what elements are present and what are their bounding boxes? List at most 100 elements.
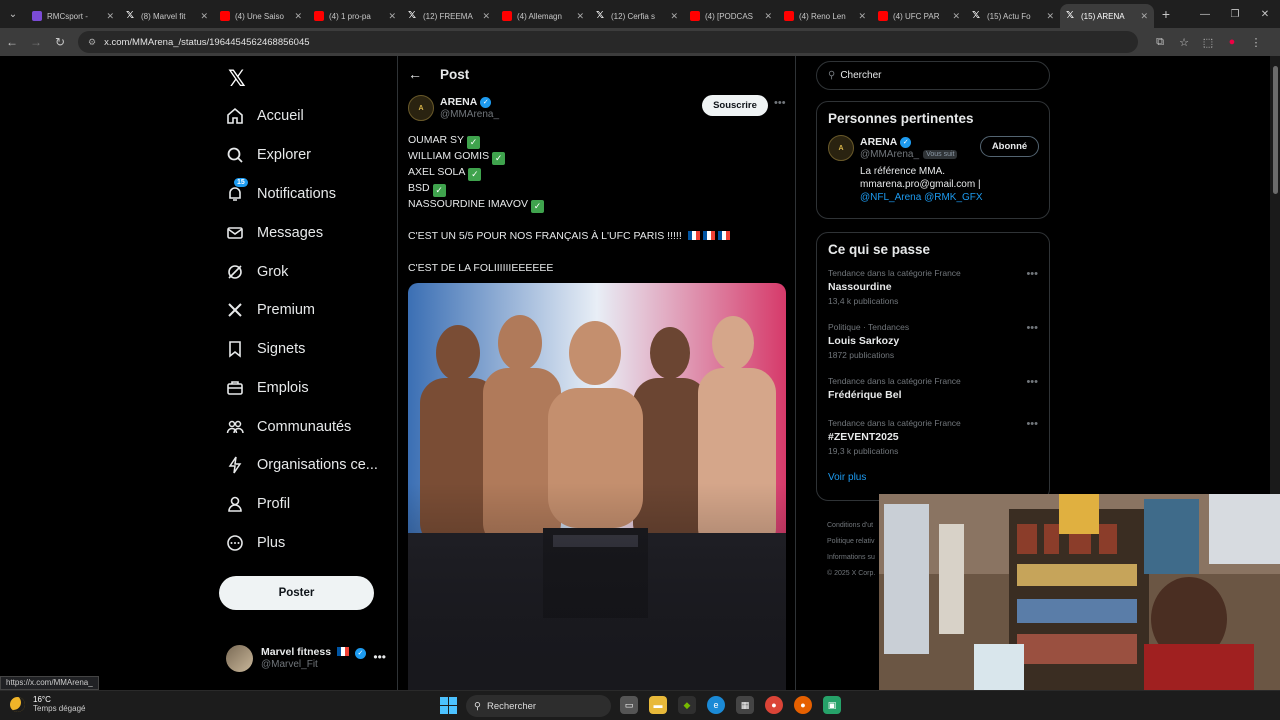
profile-icon[interactable]: ●	[1220, 36, 1244, 49]
edge-icon[interactable]: e	[707, 696, 725, 714]
scroll-thumb[interactable]	[1273, 66, 1278, 194]
reload-icon[interactable]: ↻	[48, 30, 72, 54]
close-tab-icon[interactable]: ✕	[1140, 11, 1148, 22]
close-tab-icon[interactable]: ✕	[952, 11, 960, 22]
sidebar-item-plus[interactable]: Plus	[226, 529, 285, 557]
close-tab-icon[interactable]: ✕	[388, 11, 396, 22]
nvidia-icon[interactable]: ◆	[678, 696, 696, 714]
sidebar-item-label: Explorer	[257, 147, 311, 163]
sidebar-item-label: Messages	[257, 225, 324, 241]
browser-tab[interactable]: (4) 1 pro-pa ✕	[308, 4, 402, 28]
sidebar-item-emplois[interactable]: Emplois	[226, 374, 309, 402]
subscribe-button[interactable]: Souscrire	[702, 95, 768, 116]
trend-more-icon[interactable]: •••	[1026, 322, 1038, 334]
sidebar-item-grok[interactable]: Grok	[226, 258, 288, 286]
browser-tab[interactable]: (4) [PODCAS ✕	[684, 4, 778, 28]
author-name[interactable]: ARENA ✓	[440, 96, 492, 108]
site-info-icon[interactable]: ⚙	[88, 37, 96, 48]
browser-tab[interactable]: 𝕏 (8) Marvel fit ✕	[120, 4, 214, 28]
footer-link[interactable]: © 2025 X Corp.	[827, 566, 875, 582]
trend-item[interactable]: Tendance dans la catégorie France #ZEVEN…	[828, 416, 1049, 470]
chrome-icon[interactable]: ●	[765, 696, 783, 714]
browser-tab[interactable]: 𝕏 (15) Actu Fo ✕	[966, 4, 1060, 28]
browser-tab[interactable]: (4) Une Saiso ✕	[214, 4, 308, 28]
post-button[interactable]: Poster	[219, 576, 374, 610]
weather-widget[interactable]: 16°C Temps dégagé	[10, 695, 85, 713]
back-icon[interactable]: ←	[0, 30, 24, 54]
close-tab-icon[interactable]: ✕	[200, 11, 208, 22]
close-tab-icon[interactable]: ✕	[106, 11, 114, 22]
trend-item[interactable]: Politique · Tendances Louis Sarkozy 1872…	[828, 320, 1049, 374]
search-input[interactable]: ⚲ Chercher	[816, 61, 1050, 90]
trend-more-icon[interactable]: •••	[1026, 268, 1038, 280]
close-tab-icon[interactable]: ✕	[670, 11, 678, 22]
browser-tab[interactable]: 𝕏 (12) Cerfia s ✕	[590, 4, 684, 28]
person-handle[interactable]: @MMArena_ Vous suit	[860, 149, 958, 160]
task-view-icon[interactable]: ▭	[620, 696, 638, 714]
sidebar-item-notifications[interactable]: 15 Notifications	[226, 178, 336, 208]
browser-tab[interactable]: (4) UFC PAR ✕	[872, 4, 966, 28]
install-icon[interactable]: ⧉	[1148, 36, 1172, 49]
x-logo-icon[interactable]: 𝕏	[228, 66, 246, 92]
minimize-icon[interactable]: —	[1190, 0, 1220, 28]
firefox-icon[interactable]: ●	[794, 696, 812, 714]
start-icon[interactable]	[440, 697, 457, 714]
footer-link[interactable]: Informations su	[827, 550, 875, 566]
sidebar-item-accueil[interactable]: Accueil	[226, 102, 304, 130]
back-arrow-icon[interactable]: ←	[408, 66, 422, 82]
url-input[interactable]: ⚙ x.com/MMArena_/status/1964454562468856…	[78, 31, 1138, 53]
sidebar-item-signets[interactable]: Signets	[226, 335, 305, 363]
sidebar-item-organisations-ce[interactable]: Organisations ce...	[226, 451, 378, 479]
trend-item[interactable]: Tendance dans la catégorie France Nassou…	[828, 266, 1049, 320]
file-explorer-icon[interactable]: ▬	[649, 696, 667, 714]
sidebar-item-premium[interactable]: Premium	[226, 296, 315, 324]
address-bar: ← → ↻ ⚙ x.com/MMArena_/status/1964454562…	[0, 28, 1280, 56]
more-icon[interactable]: •••	[373, 650, 386, 664]
browser-tab[interactable]: 𝕏 (12) FREEMA ✕	[402, 4, 496, 28]
restore-icon[interactable]: ❐	[1220, 0, 1250, 28]
post-image[interactable]	[408, 283, 786, 690]
tab-search-icon[interactable]: ⌄	[0, 0, 26, 28]
forward-icon[interactable]: →	[24, 30, 48, 54]
browser-tab[interactable]: RMCsport - ✕	[26, 4, 120, 28]
close-tab-icon[interactable]: ✕	[764, 11, 772, 22]
following-button[interactable]: Abonné	[980, 136, 1039, 157]
author-avatar[interactable]: A	[408, 95, 434, 121]
scrollbar[interactable]	[1270, 56, 1280, 494]
show-more-link[interactable]: Voir plus	[828, 472, 1038, 483]
browser-tab[interactable]: 𝕏 (15) ARENA ✕	[1060, 4, 1154, 28]
close-tab-icon[interactable]: ✕	[294, 11, 302, 22]
account-switcher[interactable]: Marvel fitness ✓ @Marvel_Fit •••	[226, 642, 386, 674]
person-avatar[interactable]: A	[828, 135, 854, 161]
x-icon: 𝕏	[126, 10, 135, 21]
extensions-icon[interactable]: ⬚	[1196, 36, 1220, 49]
sidebar-item-messages[interactable]: Messages	[226, 219, 323, 247]
footer-link[interactable]: Conditions d'ut	[827, 518, 875, 534]
author-handle[interactable]: @MMArena_	[440, 109, 499, 120]
star-icon[interactable]: ☆	[1172, 36, 1196, 49]
trend-item[interactable]: Tendance dans la catégorie France Frédér…	[828, 374, 1049, 416]
menu-icon[interactable]: ⋮	[1244, 36, 1268, 49]
close-tab-icon[interactable]: ✕	[1046, 11, 1054, 22]
bio-links[interactable]: @NFL_Arena @RMK_GFX	[860, 191, 1040, 204]
sidebar-item-explorer[interactable]: Explorer	[226, 141, 311, 169]
france-flag-icon	[717, 231, 730, 240]
store-icon[interactable]: ▦	[736, 696, 754, 714]
sidebar-item-communautés[interactable]: Communautés	[226, 413, 351, 441]
app-icon[interactable]: ▣	[823, 696, 841, 714]
trend-more-icon[interactable]: •••	[1026, 376, 1038, 388]
close-tab-icon[interactable]: ✕	[576, 11, 584, 22]
close-tab-icon[interactable]: ✕	[858, 11, 866, 22]
taskbar-search[interactable]: ⚲ Rechercher	[466, 695, 611, 717]
post-more-icon[interactable]: •••	[774, 97, 786, 109]
trend-more-icon[interactable]: •••	[1026, 418, 1038, 430]
new-tab-button[interactable]: +	[1154, 6, 1178, 22]
sidebar-item-profil[interactable]: Profil	[226, 490, 290, 518]
browser-tab[interactable]: (4) Allemagn ✕	[496, 4, 590, 28]
person-name[interactable]: ARENA ✓	[860, 136, 912, 148]
close-tab-icon[interactable]: ✕	[482, 11, 490, 22]
fighter-line: NASSOURDINE IMAVOV ✓	[408, 196, 788, 213]
footer-link[interactable]: Politique relativ	[827, 534, 875, 550]
close-window-icon[interactable]: ✕	[1250, 0, 1280, 28]
browser-tab[interactable]: (4) Reno Len ✕	[778, 4, 872, 28]
